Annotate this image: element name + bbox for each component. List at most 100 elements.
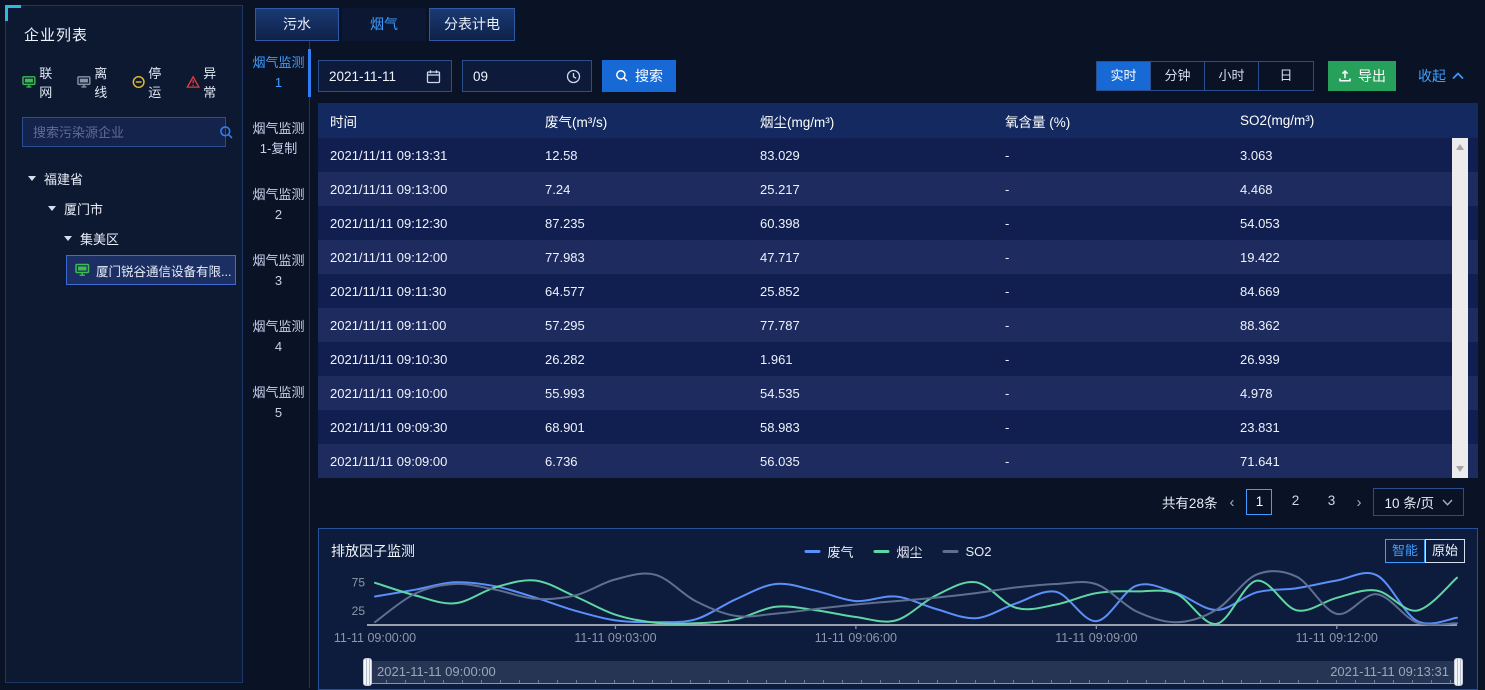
- tree-node-city[interactable]: 厦门市: [6, 193, 242, 223]
- vtab-fluegas-monitor-1[interactable]: 烟气监测1: [248, 53, 309, 93]
- table-row[interactable]: 2021/11/11 09:13:007.2425.217-4.468: [318, 172, 1478, 206]
- scroll-down-icon[interactable]: [1456, 466, 1464, 472]
- table-cell: 55.993: [533, 386, 748, 401]
- table-row[interactable]: 2021/11/11 09:13:3112.5883.029-3.063: [318, 138, 1478, 172]
- legend-label: 废气: [827, 542, 853, 561]
- tree-node-label: 集美区: [80, 229, 119, 248]
- page-3[interactable]: 3: [1318, 489, 1344, 515]
- table-cell: 64.577: [533, 284, 748, 299]
- chart-title: 排放因子监测: [331, 541, 415, 561]
- vtab-fluegas-monitor-3[interactable]: 烟气监测3: [248, 251, 309, 291]
- legend-item[interactable]: SO2: [943, 544, 992, 559]
- table-row[interactable]: 2021/11/11 09:12:3087.23560.398-54.053: [318, 206, 1478, 240]
- monitor-offline-icon: [77, 75, 91, 89]
- table-cell: 1.961: [748, 352, 993, 367]
- hour-value: 09: [473, 69, 488, 84]
- table-header: 时间 废气(m³/s) 烟尘(mg/m³) 氧含量 (%) SO2(mg/m³): [318, 103, 1478, 138]
- export-button[interactable]: 导出: [1328, 61, 1396, 91]
- table-cell: 71.641: [1228, 454, 1478, 469]
- caret-down-icon[interactable]: [28, 176, 36, 181]
- interval-minute[interactable]: 分钟: [1151, 62, 1205, 90]
- next-page-icon[interactable]: ›: [1354, 494, 1363, 511]
- scroll-up-icon[interactable]: [1456, 144, 1464, 150]
- table-cell: 77.787: [748, 318, 993, 333]
- mode-smart-button[interactable]: 智能: [1385, 539, 1425, 563]
- table-row[interactable]: 2021/11/11 09:10:0055.99354.535-4.978: [318, 376, 1478, 410]
- tree-node-enterprise-selected[interactable]: 厦门锐谷通信设备有限...: [66, 255, 236, 285]
- pagination: 共有28条 ‹ 1 2 3 › 10 条/页: [318, 488, 1478, 516]
- interval-realtime[interactable]: 实时: [1097, 62, 1151, 90]
- table-row[interactable]: 2021/11/11 09:11:0057.29577.787-88.362: [318, 308, 1478, 342]
- table-cell: -: [993, 454, 1228, 469]
- table-cell: 2021/11/11 09:10:30: [318, 352, 533, 367]
- slider-ticks: [367, 680, 1459, 683]
- vtab-fluegas-monitor-4[interactable]: 烟气监测4: [248, 317, 309, 357]
- table-cell: 12.58: [533, 148, 748, 163]
- table-cell: 60.398: [748, 216, 993, 231]
- svg-text:11-11 09:12:00: 11-11 09:12:00: [1296, 631, 1378, 645]
- monitor-online-icon: [75, 263, 90, 277]
- table-cell: 2021/11/11 09:09:30: [318, 420, 533, 435]
- table-row[interactable]: 2021/11/11 09:11:3064.57725.852-84.669: [318, 274, 1478, 308]
- legend-item[interactable]: 废气: [804, 542, 853, 561]
- page-1[interactable]: 1: [1246, 489, 1272, 515]
- clock-icon: [566, 69, 581, 84]
- table-cell: 3.063: [1228, 148, 1478, 163]
- table-scrollbar[interactable]: [1452, 138, 1468, 478]
- prev-page-icon[interactable]: ‹: [1227, 494, 1236, 511]
- table-cell: 58.983: [748, 420, 993, 435]
- interval-hour[interactable]: 小时: [1205, 62, 1259, 90]
- table-row[interactable]: 2021/11/11 09:09:006.73656.035-71.641: [318, 444, 1478, 478]
- slider-left-handle[interactable]: [363, 658, 372, 686]
- interval-day[interactable]: 日: [1259, 62, 1313, 90]
- table-cell: 2021/11/11 09:11:00: [318, 318, 533, 333]
- table-cell: 68.901: [533, 420, 748, 435]
- table-cell: 2021/11/11 09:12:30: [318, 216, 533, 231]
- vtab-fluegas-monitor-2[interactable]: 烟气监测2: [248, 185, 309, 225]
- mode-raw-button[interactable]: 原始: [1425, 539, 1465, 563]
- svg-text:11-11 09:00:00: 11-11 09:00:00: [334, 631, 416, 645]
- tree-node-district[interactable]: 集美区: [6, 223, 242, 253]
- table-cell: 26.282: [533, 352, 748, 367]
- calendar-icon: [426, 69, 441, 84]
- table-cell: 2021/11/11 09:12:00: [318, 250, 533, 265]
- table-cell: 2021/11/11 09:09:00: [318, 454, 533, 469]
- legend-dash-icon: [804, 550, 820, 553]
- table-cell: -: [993, 148, 1228, 163]
- vtab-fluegas-monitor-5[interactable]: 烟气监测5: [248, 383, 309, 423]
- page-2[interactable]: 2: [1282, 489, 1308, 515]
- table-row[interactable]: 2021/11/11 09:09:3068.90158.983-23.831: [318, 410, 1478, 444]
- tree-node-province[interactable]: 福建省: [6, 163, 242, 193]
- date-picker[interactable]: 2021-11-11: [318, 60, 452, 92]
- caret-down-icon[interactable]: [64, 236, 72, 241]
- tab-wastewater[interactable]: 污水: [255, 8, 339, 41]
- caret-down-icon[interactable]: [48, 206, 56, 211]
- table-row[interactable]: 2021/11/11 09:10:3026.2821.961-26.939: [318, 342, 1478, 376]
- time-range-slider[interactable]: 2021-11-11 09:00:00 2021-11-11 09:13:31: [367, 661, 1459, 683]
- table-cell: 25.852: [748, 284, 993, 299]
- collapse-link[interactable]: 收起: [1418, 66, 1464, 86]
- slider-right-handle[interactable]: [1454, 658, 1463, 686]
- table-cell: 2021/11/11 09:10:00: [318, 386, 533, 401]
- interval-segmented-control: 实时 分钟 小时 日: [1096, 61, 1314, 91]
- search-button-label: 搜索: [635, 66, 663, 86]
- tab-submeter-power[interactable]: 分表计电: [429, 8, 515, 41]
- table-cell: 2021/11/11 09:13:31: [318, 148, 533, 163]
- enterprise-search: [22, 117, 226, 147]
- hour-picker[interactable]: 09: [462, 60, 592, 92]
- table-row[interactable]: 2021/11/11 09:12:0077.98347.717-19.422: [318, 240, 1478, 274]
- table-cell: -: [993, 216, 1228, 231]
- search-input[interactable]: [23, 118, 219, 146]
- enterprise-list-panel: 企业列表 联网 离线 停运 异常 福建省 厦门市: [5, 5, 243, 683]
- tab-fluegas[interactable]: 烟气: [342, 8, 426, 41]
- vtab-fluegas-monitor-1-copy[interactable]: 烟气监测1-复制: [248, 119, 309, 159]
- legend-item[interactable]: 烟尘: [873, 542, 922, 561]
- status-legend: 联网 离线 停运 异常: [22, 63, 228, 101]
- search-icon[interactable]: [219, 125, 234, 140]
- search-icon: [615, 69, 629, 83]
- legend-label: SO2: [966, 544, 992, 559]
- search-button[interactable]: 搜索: [602, 60, 676, 92]
- page-size-select[interactable]: 10 条/页: [1373, 488, 1464, 516]
- status-offline-label: 离线: [94, 63, 119, 101]
- monitor-online-icon: [22, 75, 36, 89]
